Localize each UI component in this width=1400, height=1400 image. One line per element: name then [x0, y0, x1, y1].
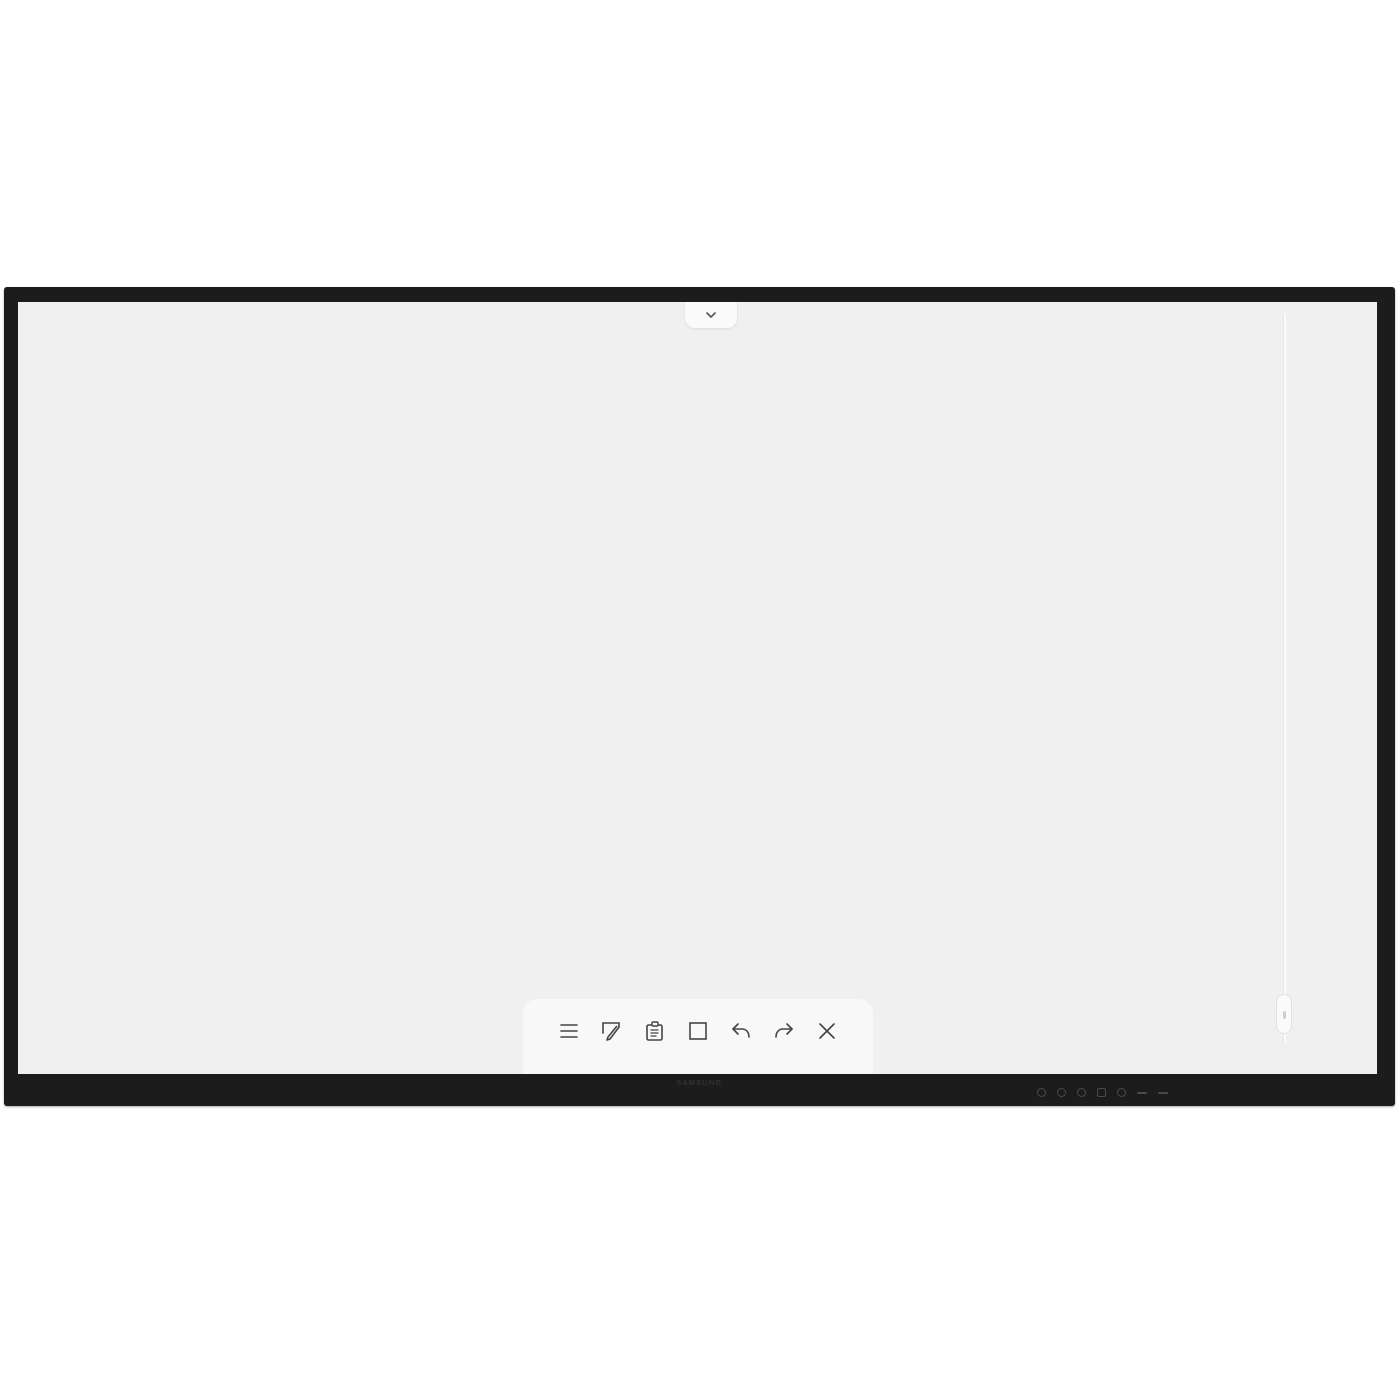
undo-button[interactable]: [726, 1016, 756, 1046]
top-pull-down-handle[interactable]: [685, 302, 737, 328]
redo-button[interactable]: [769, 1016, 799, 1046]
minus-button[interactable]: [1137, 1091, 1147, 1094]
close-icon: [819, 1022, 835, 1039]
pen-button[interactable]: [597, 1016, 627, 1046]
input-button[interactable]: [1057, 1088, 1066, 1097]
pen-icon: [602, 1021, 620, 1041]
home-button[interactable]: [1077, 1088, 1086, 1097]
close-button[interactable]: [812, 1016, 842, 1046]
select-icon: [689, 1021, 707, 1040]
hardware-controls: [1037, 1088, 1168, 1097]
side-scroll-track: [1283, 314, 1286, 1044]
chevron-down-icon: [706, 312, 716, 318]
volume-button[interactable]: [1097, 1088, 1106, 1097]
scroll-handle-icon[interactable]: [1276, 994, 1292, 1034]
undo-icon: [732, 1022, 750, 1038]
display-bezel: SAMSUNG: [4, 287, 1395, 1106]
paste-icon: [646, 1020, 663, 1041]
settings-button[interactable]: [1117, 1088, 1126, 1097]
plus-button[interactable]: [1158, 1091, 1168, 1094]
bottom-toolbar: [523, 999, 873, 1074]
select-button[interactable]: [683, 1016, 713, 1046]
menu-button[interactable]: [554, 1016, 584, 1046]
menu-icon: [560, 1023, 578, 1038]
whiteboard-canvas[interactable]: [18, 302, 1377, 1074]
power-button[interactable]: [1037, 1088, 1046, 1097]
redo-icon: [775, 1022, 793, 1038]
paste-button[interactable]: [640, 1016, 670, 1046]
brand-logo: SAMSUNG: [676, 1080, 723, 1087]
